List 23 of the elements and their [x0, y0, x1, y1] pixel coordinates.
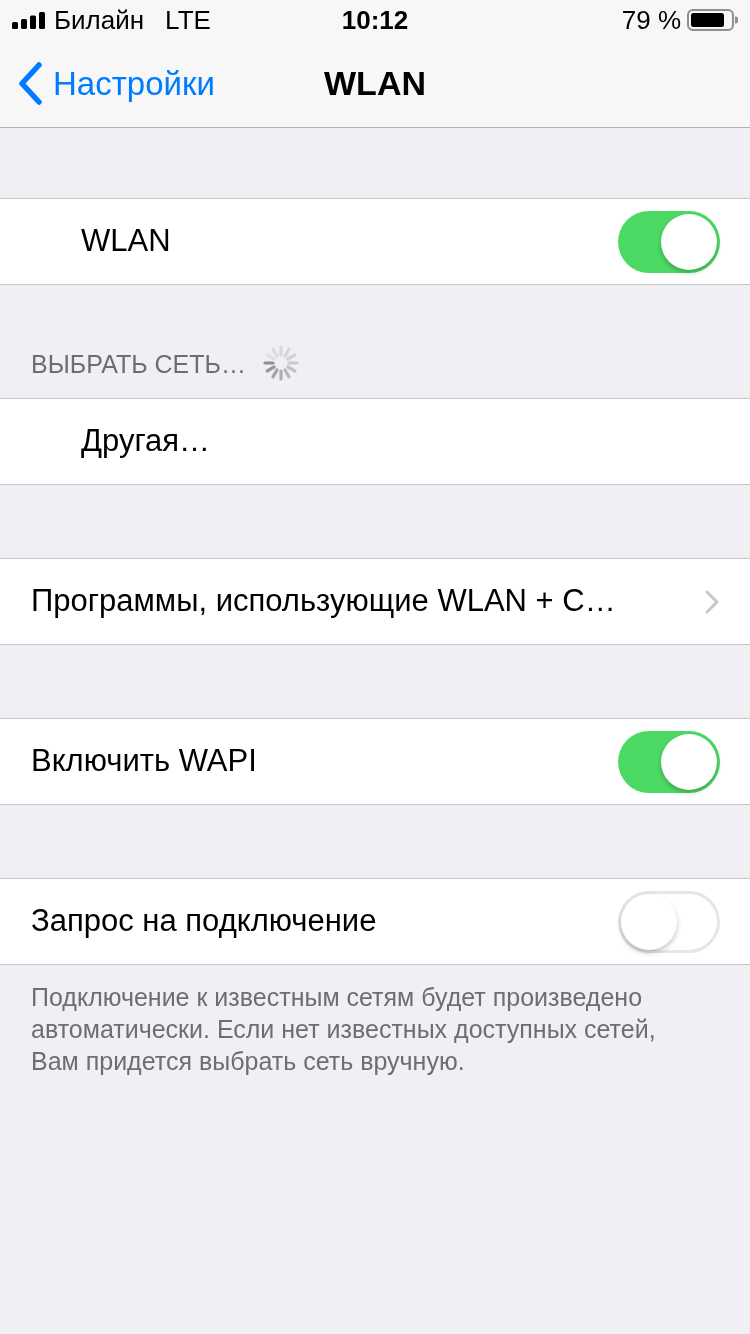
battery-icon [687, 9, 738, 31]
row-label: WLAN [81, 222, 171, 261]
switch-thumb [621, 893, 677, 950]
switch-thumb [661, 213, 717, 270]
nav-title: WLAN [324, 63, 426, 104]
chevron-right-icon [704, 588, 720, 615]
battery-percentage: 79 % [621, 3, 681, 37]
back-button[interactable]: Настройки [0, 58, 215, 109]
carrier-name: Билайн [54, 3, 145, 37]
signal-bars-icon [12, 11, 47, 29]
settings-link-row[interactable]: Программы, использующие WLAN + С… [0, 558, 750, 645]
status-time: 10:12 [341, 3, 409, 37]
toggle-switch[interactable] [618, 210, 720, 273]
network-type: LTE [165, 3, 211, 37]
back-chevron-icon [18, 62, 43, 105]
toggle-switch[interactable] [618, 890, 720, 953]
section-header: ВЫБРАТЬ СЕТЬ… [31, 349, 246, 380]
network-list-item[interactable]: Другая… [0, 398, 750, 485]
switch-thumb [661, 733, 717, 790]
section-footer: Подключение к известным сетям будет произведено автоматически. Если нет известных доступных сетей, Вам придется выбрать сеть вручную. [0, 965, 750, 1077]
row-label: Запрос на подключение [31, 902, 377, 941]
row-label: Включить WAPI [31, 742, 257, 781]
toggle-switch[interactable] [618, 730, 720, 793]
